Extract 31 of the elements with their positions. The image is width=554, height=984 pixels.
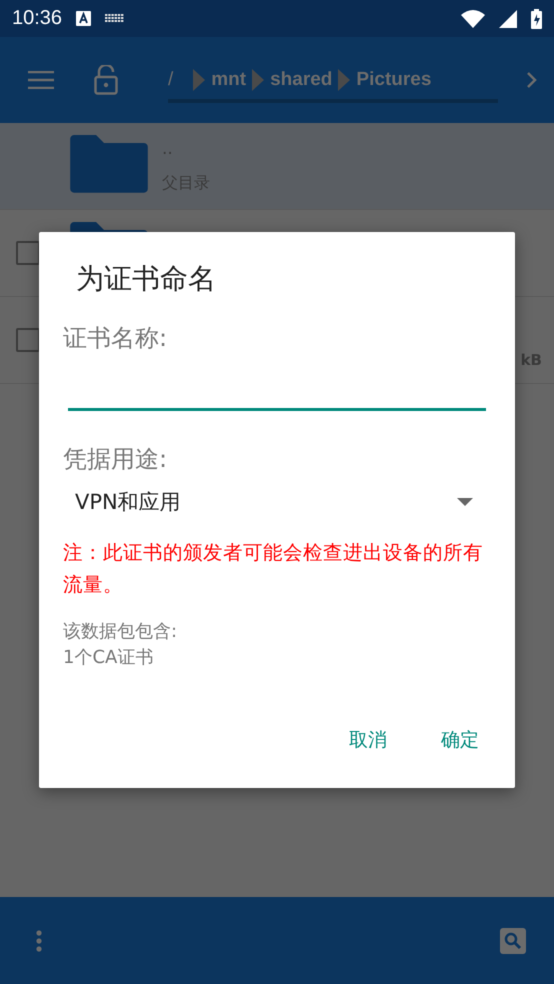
breadcrumb-item[interactable]: mnt — [211, 69, 246, 91]
folder-icon — [70, 135, 148, 193]
field-label: 凭据用途: — [63, 444, 168, 475]
file-name: .. — [162, 138, 174, 158]
keyboard-icon — [105, 14, 124, 24]
menu-icon[interactable] — [28, 71, 54, 89]
signal-icon — [499, 10, 517, 28]
dialog-title: 为证书命名 — [76, 261, 217, 297]
dialog-button[interactable]: 确定 — [429, 719, 491, 761]
breadcrumb-item[interactable]: / — [168, 69, 174, 91]
wifi-icon — [461, 10, 485, 28]
contents-value: 1个CA证书 — [63, 646, 154, 669]
breadcrumb-item[interactable]: Pictures — [356, 69, 432, 91]
status-time: 10:36 — [12, 7, 62, 30]
battery-icon — [531, 8, 542, 28]
dialog-button[interactable]: 取消 — [337, 719, 399, 761]
translate-icon — [76, 11, 92, 26]
unlocked-padlock-icon[interactable] — [94, 65, 118, 95]
dropdown-value: VPN和应用 — [75, 489, 181, 516]
breadcrumb-item[interactable]: shared — [270, 69, 332, 91]
dropdown[interactable]: VPN和应用 — [75, 485, 473, 519]
warning-text: 注：此证书的颁发者可能会检查进出设备的所有流量。 — [63, 540, 484, 598]
breadcrumb-arrow-icon — [193, 69, 206, 91]
search-icon[interactable] — [500, 928, 526, 954]
contents-label: 该数据包包含: — [63, 620, 178, 643]
chevron-right-icon[interactable] — [526, 71, 538, 89]
breadcrumb-arrow-icon — [338, 69, 350, 91]
more-options-icon[interactable] — [36, 930, 42, 952]
breadcrumb-arrow-icon — [252, 69, 264, 91]
field-label: 证书名称: — [63, 323, 168, 354]
dropdown-arrow-icon — [457, 498, 473, 506]
